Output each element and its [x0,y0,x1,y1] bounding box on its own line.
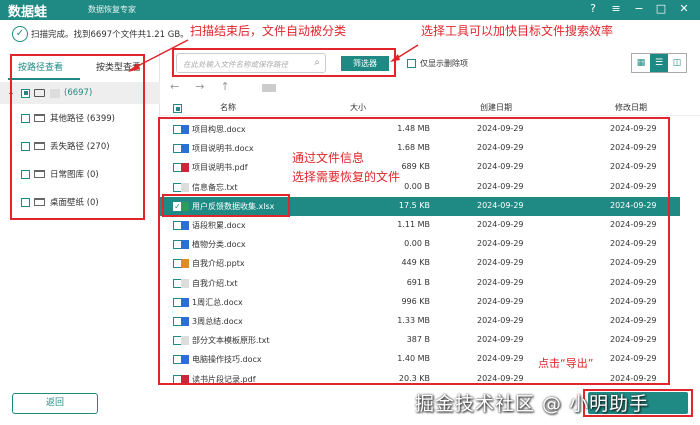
watermark: 掘金技术社区 @ 小明助手 [415,393,650,415]
arrowhead-filter [390,54,400,62]
annotation-arrows [128,39,419,72]
arrowhead-tabs [128,63,140,72]
